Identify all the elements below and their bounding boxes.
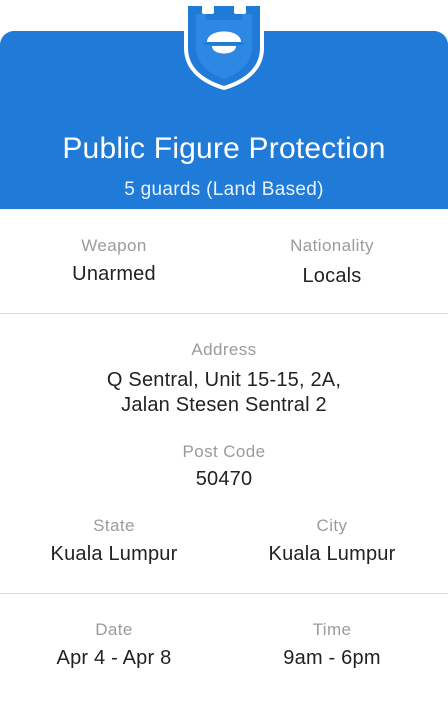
- nationality-value: Locals: [302, 265, 362, 287]
- nationality-label: Nationality: [290, 236, 374, 255]
- service-title: Public Figure Protection: [62, 132, 386, 165]
- state-label: State: [93, 516, 135, 535]
- divider: [0, 593, 448, 594]
- service-subtitle: 5 guards (Land Based): [124, 179, 324, 200]
- city-value: Kuala Lumpur: [268, 543, 396, 565]
- divider: [0, 313, 448, 314]
- postcode-label: Post Code: [182, 442, 266, 461]
- time-value: 9am - 6pm: [283, 647, 381, 669]
- weapon-value: Unarmed: [72, 263, 156, 285]
- city-label: City: [316, 516, 348, 535]
- address-line-1: Q Sentral, Unit 15-15, 2A,: [106, 369, 342, 391]
- guard-shield-icon: [184, 2, 264, 90]
- date-label: Date: [95, 620, 133, 639]
- postcode-value: 50470: [195, 468, 253, 490]
- address-line-2: Jalan Stesen Sentral 2: [121, 394, 327, 416]
- time-label: Time: [312, 620, 352, 639]
- date-value: Apr 4 - Apr 8: [56, 647, 172, 669]
- state-value: Kuala Lumpur: [50, 543, 178, 565]
- address-label: Address: [191, 340, 257, 359]
- booking-card: Public Figure Protection 5 guards (Land …: [0, 0, 448, 705]
- weapon-label: Weapon: [81, 236, 147, 255]
